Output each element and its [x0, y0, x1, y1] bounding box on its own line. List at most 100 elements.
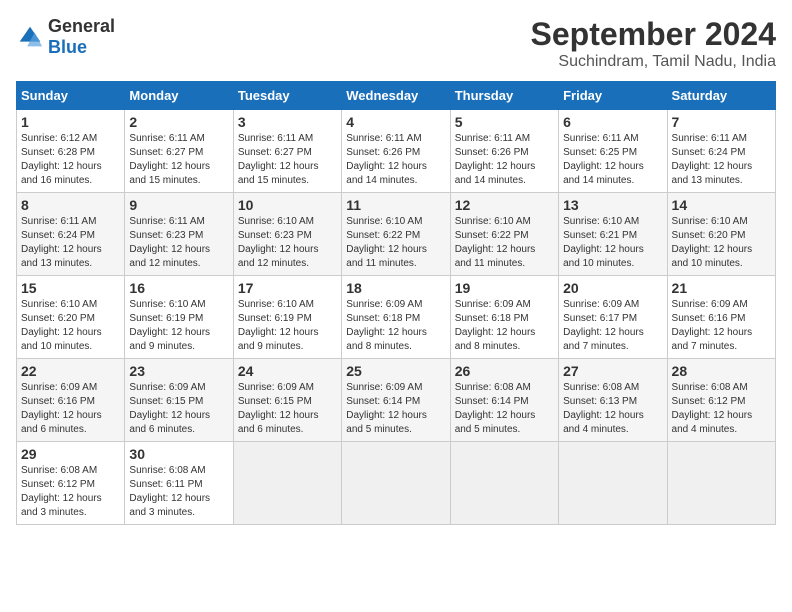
day-number: 20	[563, 280, 662, 296]
day-info: Sunrise: 6:11 AMSunset: 6:26 PMDaylight:…	[346, 132, 445, 188]
day-number: 17	[238, 280, 337, 296]
day-number: 7	[672, 114, 771, 130]
day-info: Sunrise: 6:11 AMSunset: 6:27 PMDaylight:…	[238, 132, 337, 188]
calendar-week-row: 15 Sunrise: 6:10 AMSunset: 6:20 PMDaylig…	[17, 276, 776, 359]
column-header-saturday: Saturday	[667, 82, 775, 110]
column-header-thursday: Thursday	[450, 82, 558, 110]
calendar-cell: 7 Sunrise: 6:11 AMSunset: 6:24 PMDayligh…	[667, 110, 775, 193]
day-info: Sunrise: 6:10 AMSunset: 6:22 PMDaylight:…	[455, 215, 554, 271]
column-header-sunday: Sunday	[17, 82, 125, 110]
day-info: Sunrise: 6:11 AMSunset: 6:24 PMDaylight:…	[21, 215, 120, 271]
column-header-wednesday: Wednesday	[342, 82, 450, 110]
calendar-cell	[450, 442, 558, 525]
day-info: Sunrise: 6:11 AMSunset: 6:27 PMDaylight:…	[129, 132, 228, 188]
calendar-cell: 25 Sunrise: 6:09 AMSunset: 6:14 PMDaylig…	[342, 359, 450, 442]
calendar-cell	[342, 442, 450, 525]
calendar-cell: 1 Sunrise: 6:12 AMSunset: 6:28 PMDayligh…	[17, 110, 125, 193]
day-number: 27	[563, 363, 662, 379]
calendar-cell	[667, 442, 775, 525]
calendar-subtitle: Suchindram, Tamil Nadu, India	[531, 53, 776, 71]
day-number: 16	[129, 280, 228, 296]
day-info: Sunrise: 6:11 AMSunset: 6:23 PMDaylight:…	[129, 215, 228, 271]
calendar-cell: 26 Sunrise: 6:08 AMSunset: 6:14 PMDaylig…	[450, 359, 558, 442]
day-number: 8	[21, 197, 120, 213]
calendar-cell: 28 Sunrise: 6:08 AMSunset: 6:12 PMDaylig…	[667, 359, 775, 442]
calendar-cell: 29 Sunrise: 6:08 AMSunset: 6:12 PMDaylig…	[17, 442, 125, 525]
day-info: Sunrise: 6:09 AMSunset: 6:18 PMDaylight:…	[346, 298, 445, 354]
day-number: 11	[346, 197, 445, 213]
calendar-cell: 20 Sunrise: 6:09 AMSunset: 6:17 PMDaylig…	[559, 276, 667, 359]
day-info: Sunrise: 6:10 AMSunset: 6:19 PMDaylight:…	[129, 298, 228, 354]
day-number: 28	[672, 363, 771, 379]
calendar-cell	[559, 442, 667, 525]
calendar-cell: 19 Sunrise: 6:09 AMSunset: 6:18 PMDaylig…	[450, 276, 558, 359]
calendar-cell: 3 Sunrise: 6:11 AMSunset: 6:27 PMDayligh…	[233, 110, 341, 193]
day-number: 15	[21, 280, 120, 296]
calendar-cell: 18 Sunrise: 6:09 AMSunset: 6:18 PMDaylig…	[342, 276, 450, 359]
calendar-cell: 5 Sunrise: 6:11 AMSunset: 6:26 PMDayligh…	[450, 110, 558, 193]
day-info: Sunrise: 6:10 AMSunset: 6:21 PMDaylight:…	[563, 215, 662, 271]
day-number: 3	[238, 114, 337, 130]
day-number: 21	[672, 280, 771, 296]
title-block: September 2024 Suchindram, Tamil Nadu, I…	[531, 16, 776, 71]
day-info: Sunrise: 6:10 AMSunset: 6:22 PMDaylight:…	[346, 215, 445, 271]
calendar-cell: 27 Sunrise: 6:08 AMSunset: 6:13 PMDaylig…	[559, 359, 667, 442]
day-info: Sunrise: 6:09 AMSunset: 6:17 PMDaylight:…	[563, 298, 662, 354]
calendar-header: SundayMondayTuesdayWednesdayThursdayFrid…	[17, 82, 776, 110]
calendar-cell: 15 Sunrise: 6:10 AMSunset: 6:20 PMDaylig…	[17, 276, 125, 359]
day-info: Sunrise: 6:09 AMSunset: 6:15 PMDaylight:…	[238, 381, 337, 437]
day-info: Sunrise: 6:08 AMSunset: 6:12 PMDaylight:…	[672, 381, 771, 437]
day-number: 2	[129, 114, 228, 130]
calendar-cell: 16 Sunrise: 6:10 AMSunset: 6:19 PMDaylig…	[125, 276, 233, 359]
day-info: Sunrise: 6:09 AMSunset: 6:15 PMDaylight:…	[129, 381, 228, 437]
day-number: 23	[129, 363, 228, 379]
calendar-cell: 24 Sunrise: 6:09 AMSunset: 6:15 PMDaylig…	[233, 359, 341, 442]
day-number: 6	[563, 114, 662, 130]
day-number: 13	[563, 197, 662, 213]
day-number: 1	[21, 114, 120, 130]
calendar-week-row: 8 Sunrise: 6:11 AMSunset: 6:24 PMDayligh…	[17, 193, 776, 276]
day-number: 18	[346, 280, 445, 296]
calendar-week-row: 22 Sunrise: 6:09 AMSunset: 6:16 PMDaylig…	[17, 359, 776, 442]
day-info: Sunrise: 6:10 AMSunset: 6:20 PMDaylight:…	[21, 298, 120, 354]
day-info: Sunrise: 6:08 AMSunset: 6:14 PMDaylight:…	[455, 381, 554, 437]
logo: General Blue	[16, 16, 115, 58]
calendar-cell: 17 Sunrise: 6:10 AMSunset: 6:19 PMDaylig…	[233, 276, 341, 359]
column-header-tuesday: Tuesday	[233, 82, 341, 110]
calendar-cell: 11 Sunrise: 6:10 AMSunset: 6:22 PMDaylig…	[342, 193, 450, 276]
day-info: Sunrise: 6:09 AMSunset: 6:16 PMDaylight:…	[672, 298, 771, 354]
day-number: 14	[672, 197, 771, 213]
calendar-cell: 4 Sunrise: 6:11 AMSunset: 6:26 PMDayligh…	[342, 110, 450, 193]
day-info: Sunrise: 6:09 AMSunset: 6:16 PMDaylight:…	[21, 381, 120, 437]
calendar-cell: 30 Sunrise: 6:08 AMSunset: 6:11 PMDaylig…	[125, 442, 233, 525]
calendar-cell: 8 Sunrise: 6:11 AMSunset: 6:24 PMDayligh…	[17, 193, 125, 276]
day-number: 22	[21, 363, 120, 379]
column-header-monday: Monday	[125, 82, 233, 110]
day-info: Sunrise: 6:08 AMSunset: 6:12 PMDaylight:…	[21, 464, 120, 520]
page-header: General Blue September 2024 Suchindram, …	[16, 16, 776, 71]
column-header-friday: Friday	[559, 82, 667, 110]
day-number: 4	[346, 114, 445, 130]
day-number: 24	[238, 363, 337, 379]
day-info: Sunrise: 6:10 AMSunset: 6:23 PMDaylight:…	[238, 215, 337, 271]
day-number: 26	[455, 363, 554, 379]
logo-icon	[16, 23, 44, 51]
calendar-cell: 22 Sunrise: 6:09 AMSunset: 6:16 PMDaylig…	[17, 359, 125, 442]
day-info: Sunrise: 6:12 AMSunset: 6:28 PMDaylight:…	[21, 132, 120, 188]
calendar-title: September 2024	[531, 16, 776, 53]
day-info: Sunrise: 6:09 AMSunset: 6:14 PMDaylight:…	[346, 381, 445, 437]
day-info: Sunrise: 6:09 AMSunset: 6:18 PMDaylight:…	[455, 298, 554, 354]
day-info: Sunrise: 6:11 AMSunset: 6:24 PMDaylight:…	[672, 132, 771, 188]
day-number: 5	[455, 114, 554, 130]
calendar-cell: 14 Sunrise: 6:10 AMSunset: 6:20 PMDaylig…	[667, 193, 775, 276]
calendar-cell: 2 Sunrise: 6:11 AMSunset: 6:27 PMDayligh…	[125, 110, 233, 193]
calendar-table: SundayMondayTuesdayWednesdayThursdayFrid…	[16, 81, 776, 525]
day-number: 30	[129, 446, 228, 462]
calendar-cell: 21 Sunrise: 6:09 AMSunset: 6:16 PMDaylig…	[667, 276, 775, 359]
calendar-cell: 9 Sunrise: 6:11 AMSunset: 6:23 PMDayligh…	[125, 193, 233, 276]
day-number: 25	[346, 363, 445, 379]
day-number: 12	[455, 197, 554, 213]
calendar-cell: 12 Sunrise: 6:10 AMSunset: 6:22 PMDaylig…	[450, 193, 558, 276]
day-info: Sunrise: 6:11 AMSunset: 6:25 PMDaylight:…	[563, 132, 662, 188]
calendar-cell: 23 Sunrise: 6:09 AMSunset: 6:15 PMDaylig…	[125, 359, 233, 442]
